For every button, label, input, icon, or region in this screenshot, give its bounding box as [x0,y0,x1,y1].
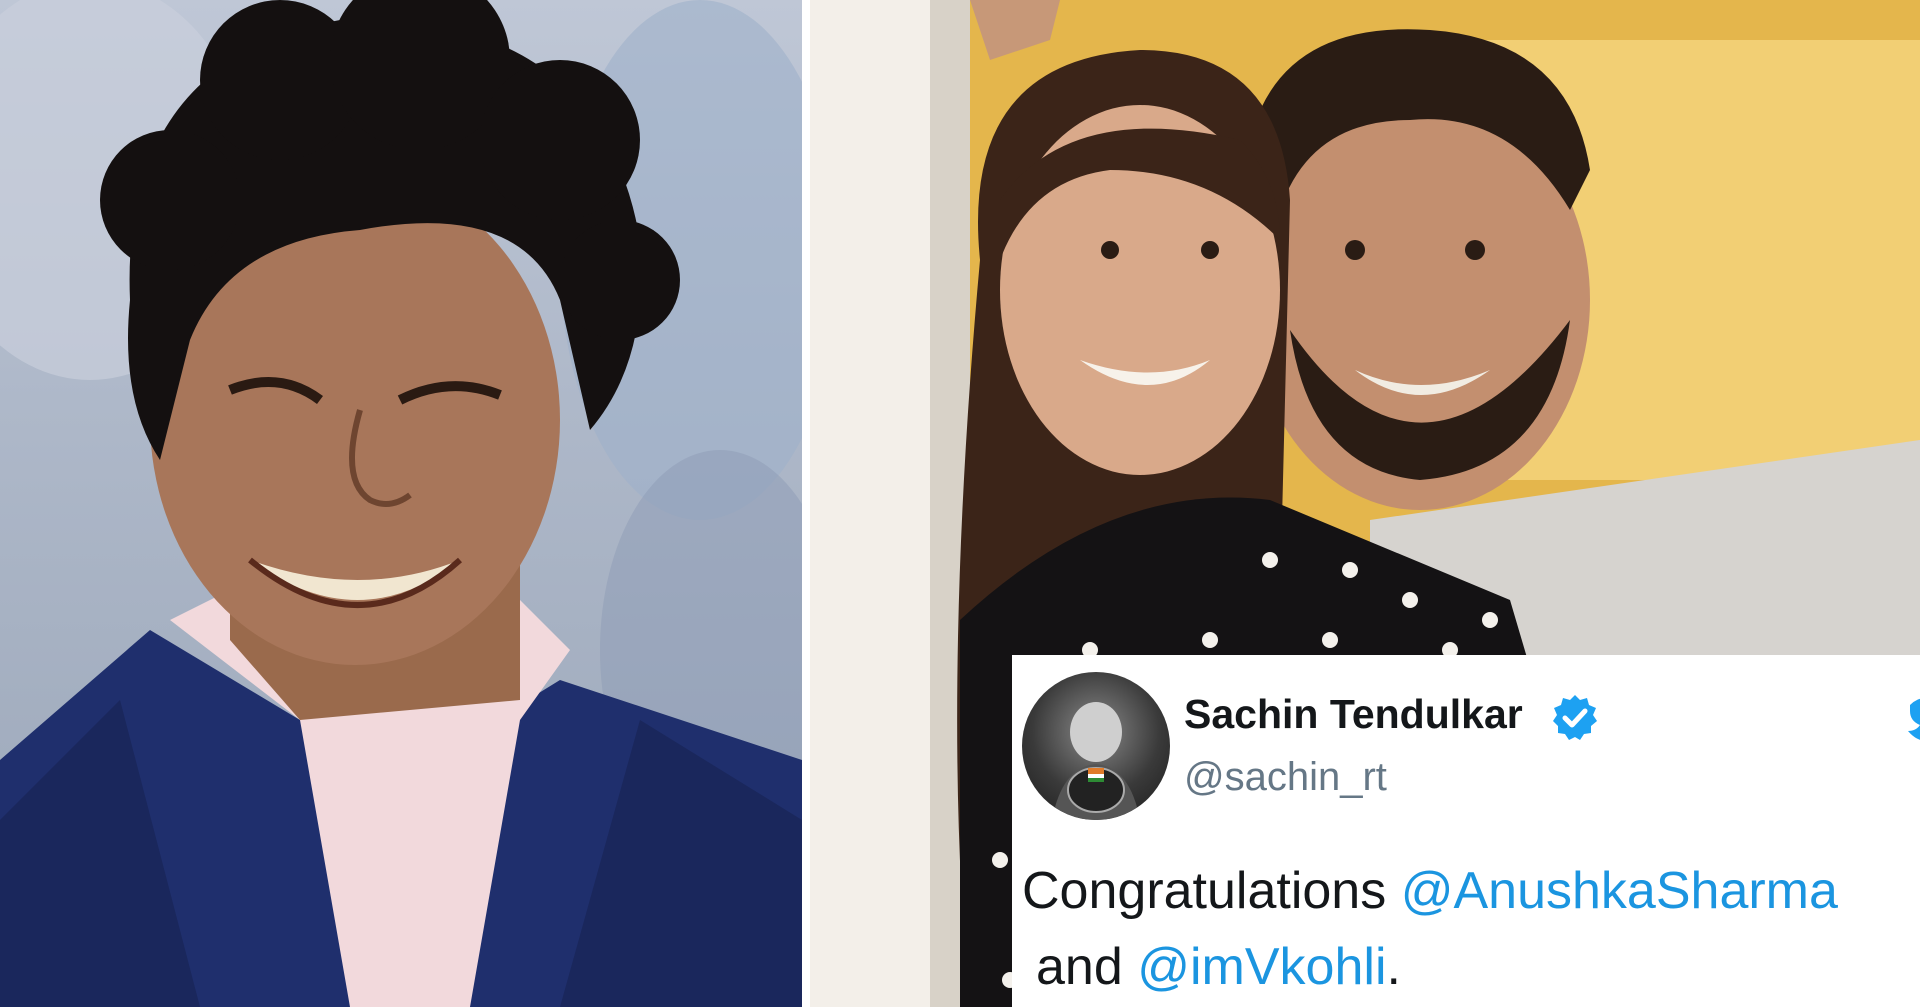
photo-divider [802,0,810,1007]
left-photo-illustration [0,0,802,1007]
avatar[interactable] [1022,672,1170,820]
left-photo [0,0,802,1007]
tweet-author-handle[interactable]: @sachin_rt [1184,755,1387,800]
tweet-text: Congratulations [1022,862,1401,920]
tweet-text: . [1386,938,1401,996]
tweet-text: and [1036,938,1138,996]
tweet-text-line-1: Congratulations @AnushkaSharma [1022,861,1838,921]
tweet-author-name[interactable]: Sachin Tendulkar [1184,691,1523,738]
verified-badge-icon [1553,695,1597,740]
tweet-card: Sachin Tendulkar @sachin_rt Congratulati… [1012,655,1920,1007]
mention-link[interactable]: @AnushkaSharma [1401,862,1838,920]
twitter-bird-icon [1908,698,1920,740]
mention-link[interactable]: @imVkohli [1137,938,1386,996]
avatar-image [1052,702,1140,820]
tweet-text-line-2: and @imVkohli. [1036,937,1401,997]
